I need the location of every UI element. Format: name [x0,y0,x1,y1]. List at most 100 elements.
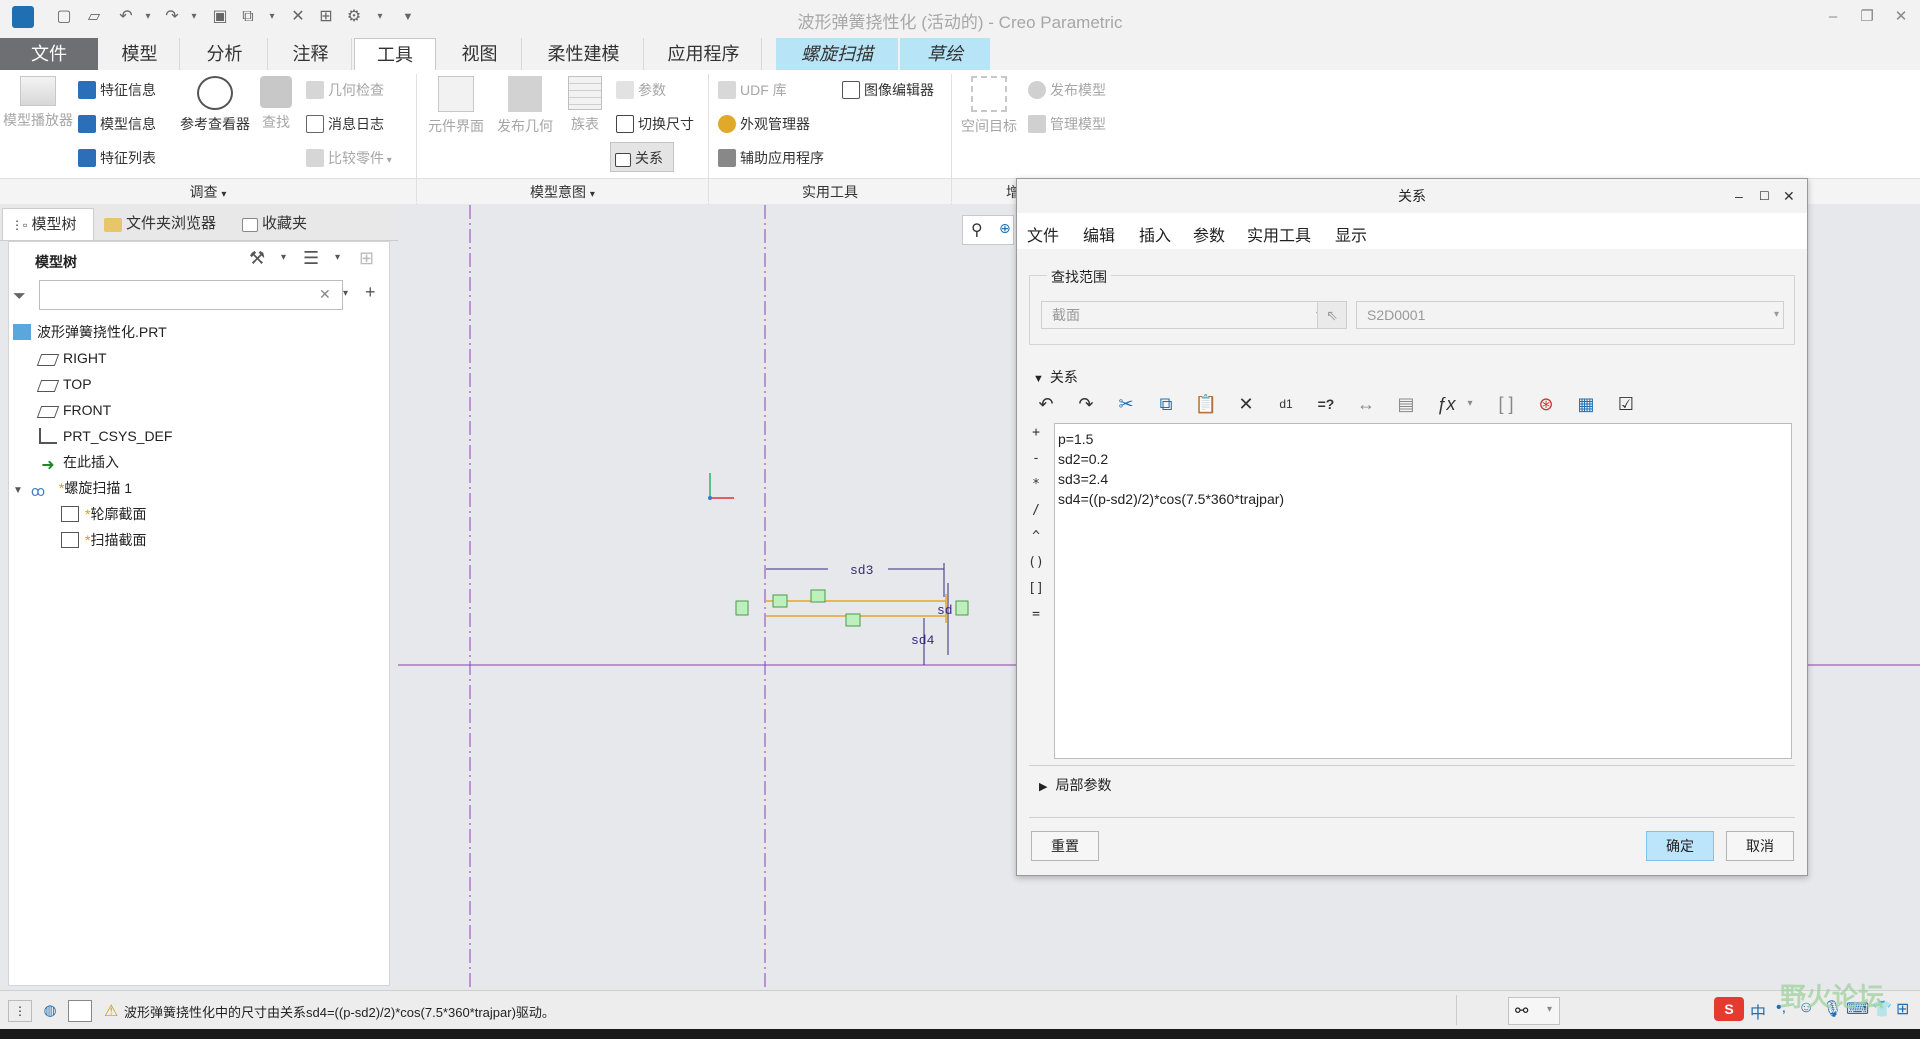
dialog-maximize-icon[interactable]: ☐ [1759,179,1770,213]
switch-dimensions-icon[interactable]: d1 [1271,389,1301,419]
local-params-section-header[interactable]: ▶ 局部参数 [1039,775,1111,795]
tree-item-profile-section[interactable]: *轮廓截面 [61,504,146,524]
evaluate-icon[interactable]: =? [1311,389,1341,419]
model-info-button[interactable]: 模型信息 [78,114,156,134]
geometry-check-button[interactable]: 几何检查 [306,80,384,100]
insert-parameter-icon[interactable]: ▤ [1391,389,1421,419]
browser-toggle-icon[interactable]: ◍ [38,1000,62,1022]
operator-divide-button[interactable]: / [1026,503,1046,525]
tab-helical-sweep[interactable]: 螺旋扫描 [776,38,898,70]
compare-part-button[interactable]: 比较零件 ▾ [306,148,392,168]
tab-flexible-modeling[interactable]: 柔性建模 [524,38,644,70]
publish-model-button[interactable]: 发布模型 [1028,80,1106,100]
menu-edit[interactable]: 编辑 [1083,222,1115,246]
image-editor-button[interactable]: 图像编辑器 [842,80,934,100]
restore-icon[interactable]: ❐ [1852,6,1882,28]
switch-dimensions-button[interactable]: 切换尺寸 [616,114,694,134]
tab-model-tree[interactable]: ⋮▫ 模型树 [2,208,94,240]
tab-favorites[interactable]: 收藏夹 [234,208,328,240]
filter-icon[interactable]: ⏷ [13,288,26,306]
dimension-sd-label[interactable]: sd [937,603,953,618]
menu-parameters[interactable]: 参数 [1193,222,1225,246]
tree-item-top-plane[interactable]: TOP [36,374,92,394]
operator-parentheses-button[interactable]: () [1026,555,1046,577]
undo-icon[interactable]: ↶ [1031,389,1061,419]
ime-logo-icon[interactable]: S [1714,997,1744,1021]
menu-insert[interactable]: 插入 [1139,222,1171,246]
tree-item-helical-sweep[interactable]: ▼ ꝏ *螺旋扫描 1 [13,478,132,501]
message-log-button[interactable]: 消息日志 [306,114,384,134]
zoom-icon[interactable]: ⚲ [971,220,983,240]
chevron-down-icon[interactable]: ▾ [1455,389,1485,419]
insert-dimension-icon[interactable]: ↔ [1351,389,1381,419]
find-button[interactable]: 查找 [254,76,298,131]
expand-chevron-icon[interactable]: ▼ [13,485,23,496]
redo-icon[interactable]: ↷ [1071,389,1101,419]
component-interface-button[interactable]: 元件界面 [420,76,492,135]
menu-file[interactable]: 文件 [1027,222,1059,246]
chevron-down-icon[interactable]: ▾ [343,288,348,299]
family-table-button[interactable]: 族表 [562,76,608,133]
tree-columns-icon[interactable]: ⊞ [359,248,374,269]
tree-search-input[interactable] [39,280,343,310]
close-icon[interactable]: ✕ [1886,6,1916,28]
ime-toolbox-icon[interactable]: ⊞ [1896,999,1909,1019]
tree-settings-icon[interactable]: ⚒ [249,248,265,269]
reference-viewer-button[interactable]: 参考查看器 [180,76,250,133]
dimension-sd3[interactable]: sd3 [766,563,945,597]
paste-icon[interactable]: 📋 [1191,389,1221,419]
cancel-button[interactable]: 取消 [1726,831,1794,861]
tab-applications[interactable]: 应用程序 [646,38,762,70]
clear-search-icon[interactable]: ✕ [319,286,331,303]
investigate-group-label[interactable]: 调查 ▾ [0,178,416,204]
relations-section-header[interactable]: ▼ 关系 [1033,367,1078,387]
tree-item-part[interactable]: 波形弹簧挠性化.PRT [13,322,167,342]
tab-model[interactable]: 模型 [100,38,180,70]
tree-item-right-plane[interactable]: RIGHT [36,348,107,368]
chevron-down-icon[interactable]: ▾ [335,252,340,263]
menu-display[interactable]: 显示 [1335,222,1367,246]
tab-folder-browser[interactable]: 文件夹浏览器 [96,208,232,240]
operator-brackets-button[interactable]: [] [1026,581,1046,603]
chevron-down-icon[interactable]: ▾ [281,252,286,263]
tab-sketch[interactable]: 草绘 [900,38,990,70]
publish-geometry-button[interactable]: 发布几何 [492,76,558,135]
copy-icon[interactable]: ⧉ [1151,389,1181,419]
ok-button[interactable]: 确定 [1646,831,1714,861]
zoom-in-icon[interactable]: ⊕ [999,220,1011,237]
tree-item-front-plane[interactable]: FRONT [36,400,111,420]
cut-icon[interactable]: ✂ [1111,389,1141,419]
tab-analysis[interactable]: 分析 [182,38,268,70]
manage-model-button[interactable]: 管理模型 [1028,114,1106,134]
verify-icon[interactable]: ⊛ [1531,389,1561,419]
check-relations-icon[interactable]: ☑ [1611,389,1641,419]
udf-library-button[interactable]: UDF 库 [718,80,787,100]
brackets-icon[interactable]: [ ] [1491,389,1521,419]
minimize-icon[interactable]: – [1818,6,1848,28]
dialog-close-icon[interactable]: ✕ [1783,179,1795,213]
scope-name-select[interactable]: S2D0001 ▾ [1356,301,1784,329]
appearance-manager-button[interactable]: 外观管理器 [718,114,810,134]
relations-button[interactable]: 关系 [610,142,674,172]
relations-editor[interactable]: p=1.5 sd2=0.2 sd3=2.4 sd4=((p-sd2)/2)*co… [1054,423,1792,759]
auxiliary-apps-button[interactable]: 辅助应用程序 [718,148,824,168]
delete-icon[interactable]: ✕ [1231,389,1261,419]
parameters-button[interactable]: 参数 [616,80,666,100]
fullscreen-icon[interactable] [68,1000,92,1022]
operator-plus-button[interactable]: + [1026,425,1046,447]
tab-view[interactable]: 视图 [438,38,522,70]
feature-list-button[interactable]: 特征列表 [78,148,156,168]
tree-item-csys[interactable]: PRT_CSYS_DEF [39,426,172,446]
operator-multiply-button[interactable]: * [1026,477,1046,499]
feature-info-button[interactable]: 特征信息 [78,80,156,100]
navigator-toggle-icon[interactable]: ⋮ [8,1000,32,1022]
utilities-group-label[interactable]: 实用工具 [709,178,951,204]
operator-power-button[interactable]: ^ [1026,529,1046,551]
sort-icon[interactable]: ▦ [1571,389,1601,419]
operator-minus-button[interactable]: - [1026,451,1046,473]
tab-file[interactable]: 文件 [0,38,98,70]
spatial-target-button[interactable]: 空间目标 [956,76,1022,135]
menu-utilities[interactable]: 实用工具 [1247,222,1311,246]
add-filter-icon[interactable]: + [365,282,376,303]
selection-filter[interactable]: ⚯ ▾ [1508,997,1560,1025]
